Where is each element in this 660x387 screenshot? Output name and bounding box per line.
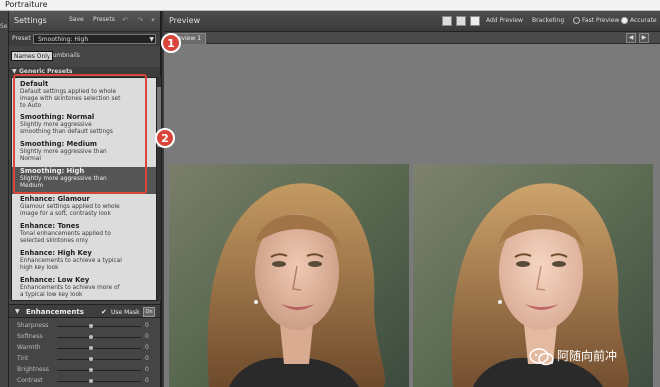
enhancements-title: Enhancements [26,308,84,316]
fast-preview-label: Fast Preview [582,17,620,24]
preset-item-enhance-tones[interactable]: Enhance: Tones Tonal enhancements applie… [12,222,156,245]
original-preview-image [169,164,409,387]
next-icon[interactable]: ▶ [639,33,649,43]
preview-header: Preview Add Preview Bracketing Fast Prev… [164,11,660,32]
contrast-slider[interactable]: Contrast 0 [9,375,160,387]
slider-knob[interactable] [89,379,93,383]
annotation-badge-1: 1 [161,33,181,53]
chevron-down-icon: ▼ [149,36,154,43]
slider-value: 0 [145,377,149,384]
layout-single-icon[interactable] [442,16,452,26]
slider-knob[interactable] [89,324,93,328]
preset-item-desc: Enhancements to achieve a typical high k… [20,258,122,271]
save-button[interactable]: Save [69,16,84,23]
add-preview-button[interactable]: Add Preview [486,17,523,24]
slider-track[interactable] [57,348,141,349]
slider-value: 0 [145,333,149,340]
watermark-text: 阿随向前冲 [557,349,618,363]
left-strip-label: Se [0,23,8,30]
settings-panel: Settings Save Presets ↶ ↷ ▾ Preset Smoot… [9,11,162,387]
preset-item-enhance-glamour[interactable]: Enhance: Glamour Glamour settings applie… [12,195,156,218]
left-edge-strip: Se [0,11,9,387]
preset-item-name: Enhance: Low Key [20,276,90,284]
slider-knob[interactable] [89,346,93,350]
slider-label: Warmth [17,344,41,351]
preset-row: Preset Smoothing: High ▼ [9,32,160,46]
preset-dropdown[interactable]: Smoothing: High ▼ [33,34,156,44]
slider-track[interactable] [57,326,141,327]
layout-split-icon[interactable] [456,16,466,26]
preset-list-scrollbar[interactable] [157,77,161,301]
preset-item-desc: Glamour settings applied to whole image … [20,204,120,217]
slider-knob[interactable] [89,357,93,361]
presets-button[interactable]: Presets [93,16,115,23]
settings-header: Settings Save Presets ↶ ↷ ▾ [9,11,160,32]
slider-value: 0 [145,322,149,329]
slider-value: 0 [145,366,149,373]
accurate-label: Accurate [630,17,657,24]
slider-label: Tint [17,355,29,362]
preset-item-name: Enhance: High Key [20,249,92,257]
annotation-badge-2: 2 [155,128,175,148]
slider-track[interactable] [57,370,141,371]
preset-item-name: Enhance: Glamour [20,195,90,203]
checkbox-icon[interactable]: ✔ [101,308,107,316]
app-window: Portraiture Se Settings Save Presets ↶ ↷… [0,0,660,387]
accurate-radio[interactable] [621,17,628,24]
redo-icon[interactable]: ↷ [135,15,145,25]
preview-tabbar: Preview 1 ◀ ▶ [164,32,660,44]
menu-icon[interactable]: ▾ [148,15,158,25]
window-title: Portraiture [5,0,48,9]
slider-knob[interactable] [89,335,93,339]
watermark: 阿随向前冲 [529,347,617,371]
use-mask-label: Use Mask [111,309,140,316]
preset-item-desc: Tonal enhancements applied to selected s… [20,231,111,244]
slider-track[interactable] [57,381,141,382]
slider-value: 0 [145,355,149,362]
fast-preview-radio[interactable] [573,17,580,24]
title-bar: Portraiture [0,0,660,11]
bracketing-button[interactable]: Bracketing [532,17,564,24]
enhancements-header[interactable]: ▼ Enhancements ✔ Use Mask On [9,304,160,318]
preset-label: Preset [12,35,31,42]
slider-track[interactable] [57,337,141,338]
undo-icon[interactable]: ↶ [120,15,130,25]
slider-value: 0 [145,344,149,351]
collapse-triangle-icon: ▼ [15,308,20,315]
preview-title: Preview [169,16,201,25]
prev-icon[interactable]: ◀ [626,33,636,43]
slider-label: Sharpness [17,322,49,329]
wechat-icon [529,348,554,366]
view-toggle: Names Only Thumbnails [9,49,160,63]
preset-item-desc: Enhancements to achieve more of a typica… [20,285,120,298]
preset-item-enhance-low-key[interactable]: Enhance: Low Key Enhancements to achieve… [12,276,156,299]
slider-track[interactable] [57,359,141,360]
preset-item-name: Enhance: Tones [20,222,80,230]
thumbnails-toggle[interactable]: Thumbnails [43,51,82,61]
settings-title: Settings [14,16,47,25]
slider-label: Brightness [17,366,49,373]
on-button[interactable]: On [143,307,155,317]
preset-item-enhance-high-key[interactable]: Enhance: High Key Enhancements to achiev… [12,249,156,272]
preview-panel: Preview Add Preview Bracketing Fast Prev… [164,11,660,387]
slider-label: Softness [17,333,43,340]
slider-label: Contrast [17,377,43,384]
annotation-highlight-box [13,74,147,194]
preset-value: Smoothing: High [38,36,89,43]
slider-knob[interactable] [89,368,93,372]
layout-dual-icon[interactable] [470,16,480,26]
